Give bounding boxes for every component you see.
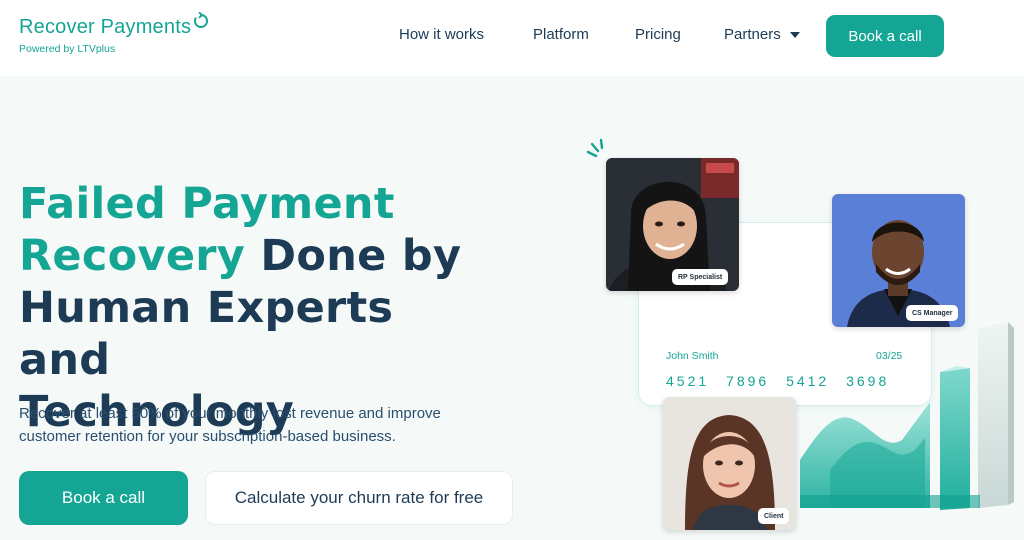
sparkle-icon xyxy=(586,138,604,158)
chevron-down-icon xyxy=(789,31,800,38)
client-tag: Client xyxy=(758,508,790,524)
card-expiry: 03/25 xyxy=(876,350,903,362)
card-number: 4521 7896 5412 3698 xyxy=(666,373,890,389)
nav-how-it-works[interactable]: How it works xyxy=(399,26,484,43)
payment-card xyxy=(638,222,932,406)
hero-title: Failed Payment Recovery Done by Human Ex… xyxy=(19,178,489,438)
cs-manager-tag: CS Manager xyxy=(906,305,959,321)
hero-title-accent-2: Recovery xyxy=(19,231,246,281)
cs-manager-photo xyxy=(832,194,965,327)
nav-pricing[interactable]: Pricing xyxy=(635,26,681,43)
brand-logo[interactable]: Recover Payments Powered by LTVplus xyxy=(19,11,210,55)
logo-title: Recover Payments xyxy=(19,16,192,38)
site-header: Recover Payments Powered by LTVplus How … xyxy=(0,0,1024,76)
hero-title-line-3: Human Experts and xyxy=(19,283,394,385)
rp-specialist-photo xyxy=(606,158,739,291)
logo-wordmark: Recover Payments xyxy=(19,11,210,39)
book-call-button[interactable]: Book a call xyxy=(19,471,188,525)
hero-subtitle: Recover at least 50% of your monthly los… xyxy=(19,405,441,445)
card-holder-name: John Smith xyxy=(666,350,719,362)
logo-subtitle: Powered by LTVplus xyxy=(19,43,116,55)
chart-graphic xyxy=(800,320,1014,510)
nav-partners[interactable]: Partners xyxy=(724,26,800,43)
nav-platform[interactable]: Platform xyxy=(533,26,589,43)
client-photo xyxy=(663,397,796,530)
hero-title-accent-1: Failed Payment xyxy=(19,179,395,229)
rp-specialist-tag: RP Specialist xyxy=(672,269,729,285)
nav-partners-label: Partners xyxy=(724,26,781,43)
header-book-call-button[interactable]: Book a call xyxy=(826,15,944,57)
churn-calculator-button[interactable]: Calculate your churn rate for free xyxy=(205,471,513,525)
hero-title-rest-2: Done by xyxy=(245,231,462,281)
refresh-icon xyxy=(192,11,210,36)
